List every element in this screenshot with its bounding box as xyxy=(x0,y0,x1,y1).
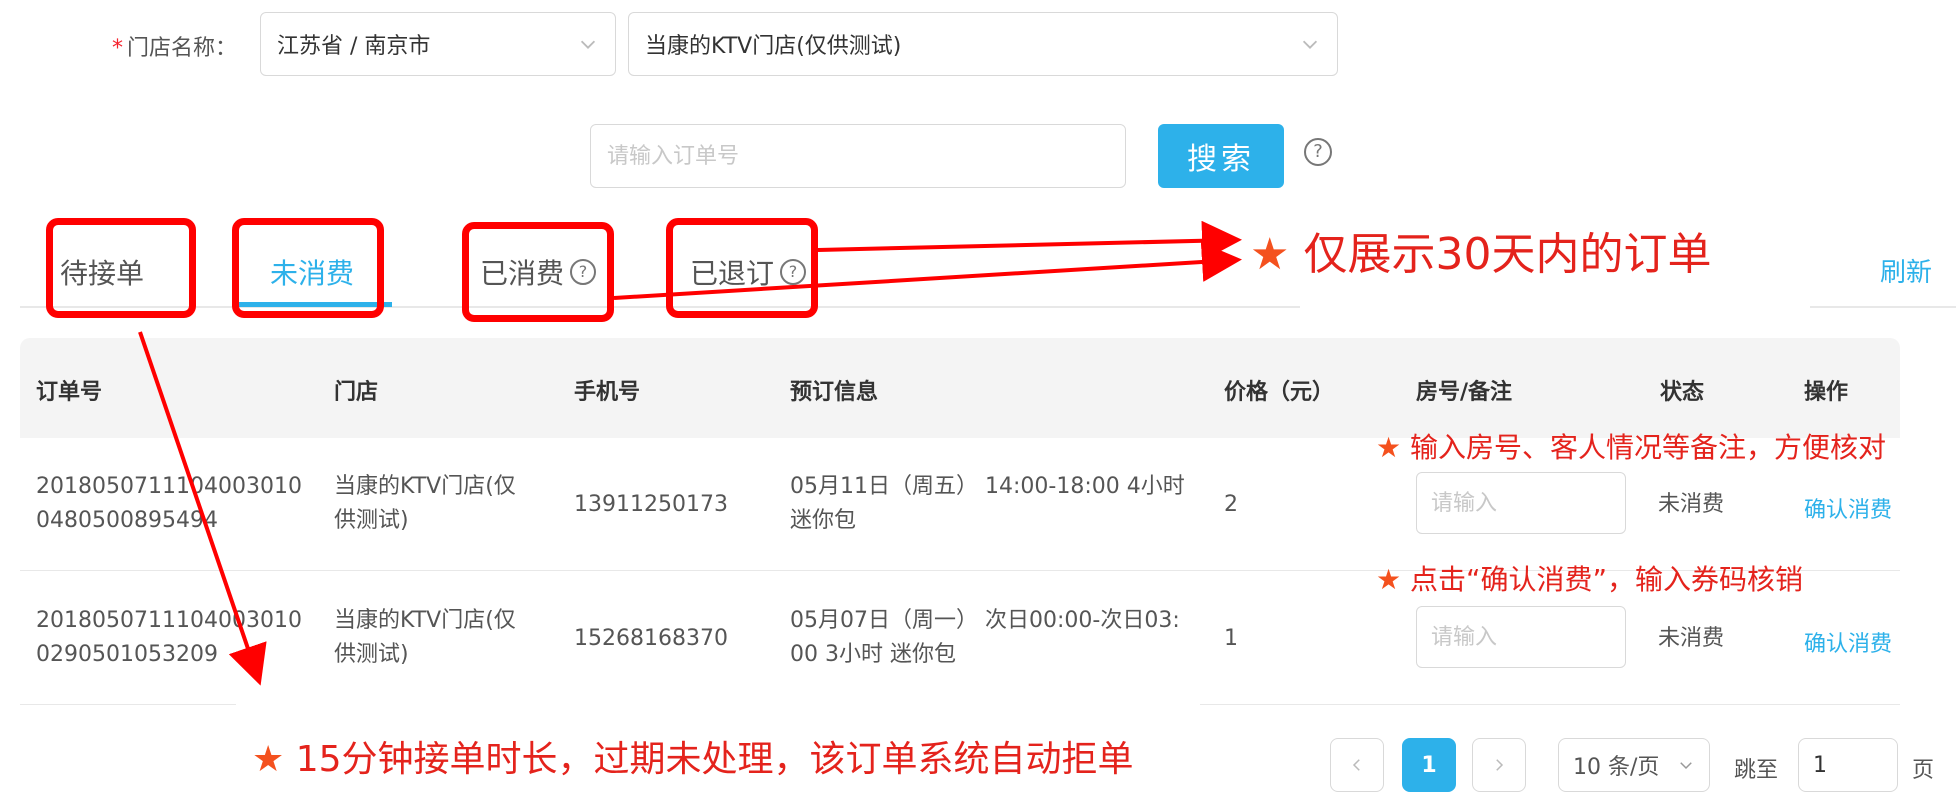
annotation-text: 点击“确认消费”，输入券码核销 xyxy=(1410,563,1804,596)
annotation-text: 仅展示30天内的订单 xyxy=(1303,229,1712,280)
annotation-room-note: ★ 输入房号、客人情况等备注，方便核对 xyxy=(1376,426,1886,466)
arrow xyxy=(138,331,267,686)
annotation-text: 输入房号、客人情况等备注，方便核对 xyxy=(1410,431,1887,464)
annotation-confirm: ★ 点击“确认消费”，输入券码核销 xyxy=(1376,558,1803,598)
arrow xyxy=(817,220,1242,261)
annotation-text: 15分钟接单时长，过期未处理，该订单系统自动拒单 xyxy=(295,739,1134,780)
star-icon: ★ xyxy=(1250,229,1290,280)
star-icon: ★ xyxy=(252,739,285,780)
star-icon: ★ xyxy=(1376,563,1402,596)
annotation-arrows xyxy=(138,220,1242,686)
annotation-30-days: ★ 仅展示30天内的订单 xyxy=(1250,218,1711,282)
star-icon: ★ xyxy=(1376,431,1402,464)
annotation-15-min: ★ 15分钟接单时长，过期未处理，该订单系统自动拒单 xyxy=(252,730,1134,782)
arrow xyxy=(613,241,1242,300)
